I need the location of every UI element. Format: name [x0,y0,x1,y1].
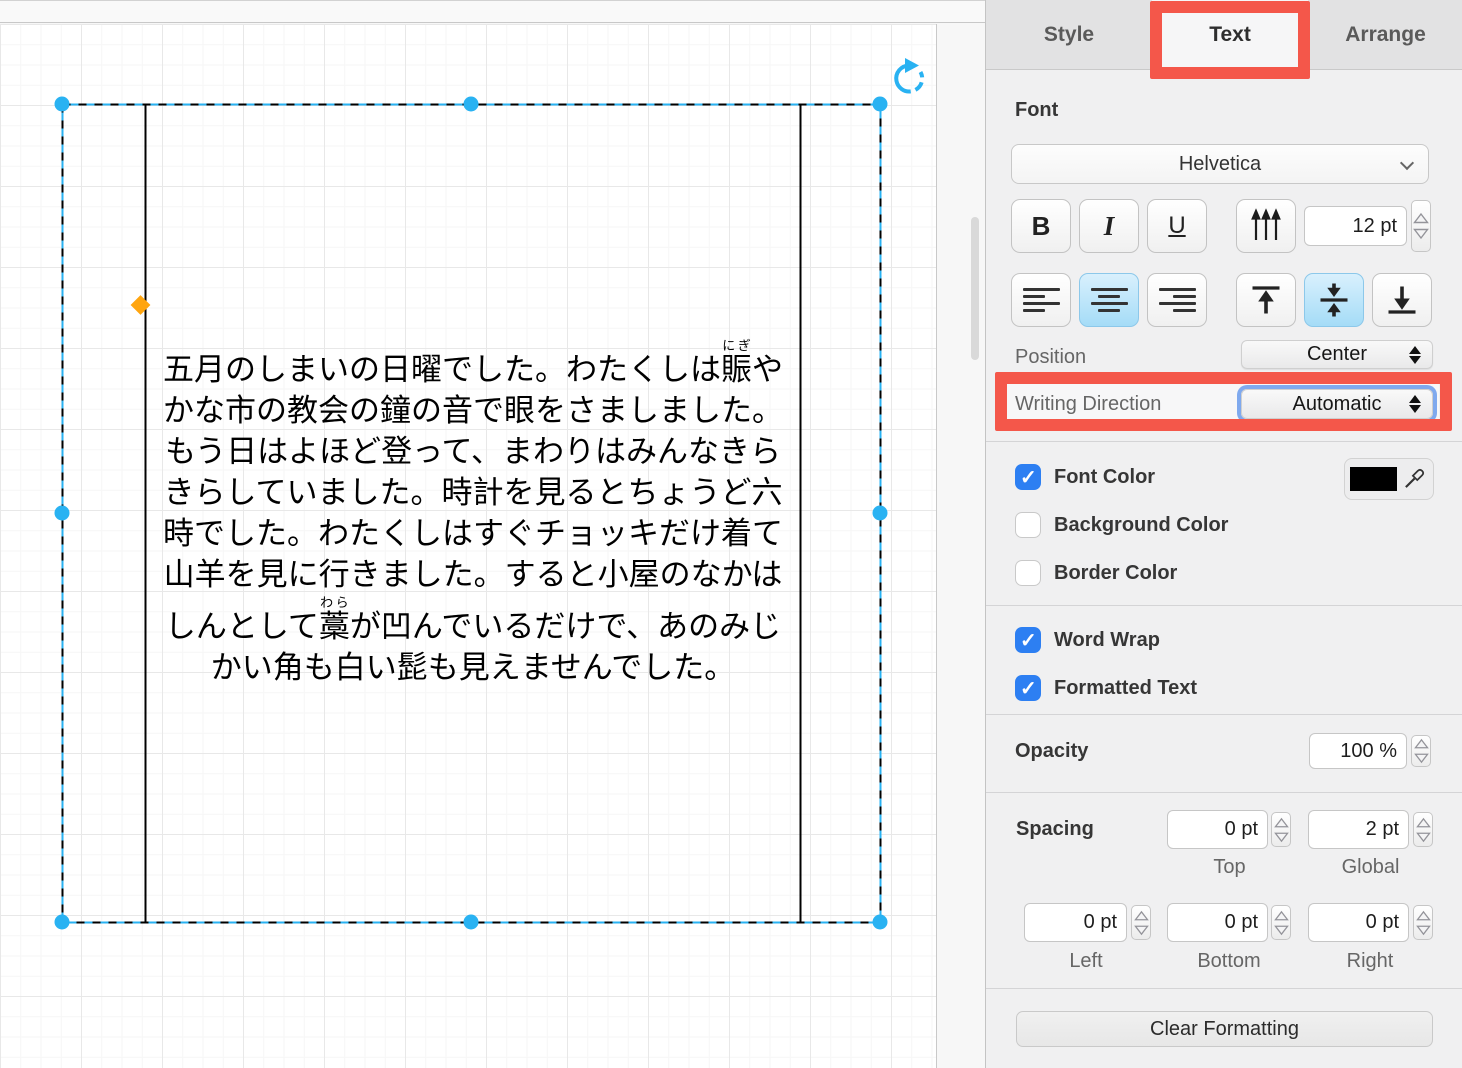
spacing-global-value: 2 pt [1366,818,1399,841]
background-color-checkbox[interactable] [1015,512,1041,538]
tab-style-label: Style [1044,23,1094,47]
spacing-top-label: Top [1192,856,1267,879]
tab-arrange-label: Arrange [1345,23,1426,47]
align-center-button[interactable] [1079,273,1139,327]
font-size-value: 12 pt [1353,215,1397,238]
bold-icon: B [1032,211,1051,242]
font-family-value: Helvetica [1179,153,1261,176]
align-left-button[interactable] [1011,273,1071,327]
valign-middle-button[interactable] [1304,273,1364,327]
bold-button[interactable]: B [1011,199,1071,253]
selection-rect-black [63,105,881,923]
selection-overlay [0,0,985,1068]
border-color-checkbox[interactable] [1015,560,1041,586]
spacing-left-label: Left [1038,950,1134,973]
spacing-global-input[interactable]: 2 pt [1308,810,1409,849]
spacing-bottom-value: 0 pt [1225,911,1258,934]
tab-text-label: Text [1209,23,1251,47]
underline-button[interactable]: U [1147,199,1207,253]
spacing-right-stepper[interactable] [1413,905,1433,940]
underline-icon: U [1168,212,1185,240]
section-divider [986,605,1462,606]
position-label: Position [1015,346,1086,369]
drawing-canvas[interactable]: 五月のしまいの日曜でした。わたくしは賑にぎやかな市の教会の鐘の音で眼をさましまし… [0,0,985,1068]
eyedropper-icon [1401,466,1427,492]
select-arrows-icon [1409,346,1421,364]
section-divider [986,441,1462,442]
writing-direction-select[interactable]: Automatic [1241,389,1433,419]
formatted-text-label: Formatted Text [1054,677,1197,700]
word-wrap-label: Word Wrap [1054,629,1160,652]
selection-handles[interactable] [55,97,888,930]
rotate-handle-icon[interactable] [896,58,922,91]
valign-top-icon [1248,282,1284,318]
background-color-label: Background Color [1054,514,1228,537]
font-color-swatch-button[interactable] [1344,458,1434,500]
tab-arrange[interactable]: Arrange [1308,0,1462,69]
valign-bottom-button[interactable] [1372,273,1432,327]
formatted-text-checkbox[interactable] [1015,675,1041,701]
vertical-text-icon [1247,208,1285,244]
tab-text[interactable]: Text [1152,0,1308,69]
section-divider [986,714,1462,715]
spacing-top-stepper[interactable] [1271,812,1291,847]
vertical-text-button[interactable] [1236,199,1296,253]
position-value: Center [1307,343,1367,366]
font-size-input[interactable]: 12 pt [1304,206,1407,246]
section-divider [986,988,1462,989]
chevron-down-icon [1400,156,1414,170]
font-color-checkbox[interactable] [1015,464,1041,490]
spacing-top-input[interactable]: 0 pt [1167,810,1268,849]
spacing-global-label: Global [1333,856,1408,879]
align-center-icon [1091,288,1128,312]
clear-formatting-button[interactable]: Clear Formatting [1016,1011,1433,1047]
font-family-select[interactable]: Helvetica [1011,144,1429,184]
opacity-input[interactable]: 100 % [1309,733,1407,769]
italic-icon: I [1104,211,1115,242]
spacing-left-input[interactable]: 0 pt [1024,903,1127,942]
panel-tabs: Style Text Arrange [986,0,1462,70]
spacing-right-label: Right [1322,950,1418,973]
tab-style[interactable]: Style [986,0,1152,69]
clear-formatting-label: Clear Formatting [1150,1018,1299,1041]
font-color-label: Font Color [1054,466,1155,489]
opacity-value: 100 % [1340,740,1397,763]
spacing-top-value: 0 pt [1225,818,1258,841]
font-size-stepper[interactable] [1411,200,1431,252]
spacing-bottom-label: Bottom [1181,950,1277,973]
align-right-icon [1159,288,1196,312]
position-select[interactable]: Center [1241,340,1433,369]
word-wrap-checkbox[interactable] [1015,627,1041,653]
italic-button[interactable]: I [1079,199,1139,253]
canvas-vertical-scrollbar[interactable] [971,217,979,360]
section-divider [986,792,1462,793]
spacing-bottom-stepper[interactable] [1271,905,1291,940]
selection-rect-blue [63,105,881,923]
spacing-right-value: 0 pt [1366,911,1399,934]
font-color-swatch [1350,467,1397,491]
label-move-handle[interactable] [131,295,151,315]
border-color-label: Border Color [1054,562,1177,585]
stepper-arrows-icon [1414,738,1429,764]
opacity-label: Opacity [1015,740,1088,763]
spacing-right-input[interactable]: 0 pt [1308,903,1409,942]
spacing-bottom-input[interactable]: 0 pt [1167,903,1268,942]
writing-direction-value: Automatic [1293,393,1382,416]
spacing-left-stepper[interactable] [1131,905,1151,940]
opacity-stepper[interactable] [1411,735,1431,767]
format-panel: Style Text Arrange Font Helvetica B I U … [985,0,1462,1068]
font-section-label: Font [1015,99,1058,122]
valign-top-button[interactable] [1236,273,1296,327]
spacing-left-value: 0 pt [1084,911,1117,934]
valign-bottom-icon [1384,282,1420,318]
valign-middle-icon [1316,282,1352,318]
stepper-arrows-icon [1413,212,1429,240]
spacing-global-stepper[interactable] [1413,812,1433,847]
align-left-icon [1023,288,1060,312]
writing-direction-label: Writing Direction [1015,393,1161,416]
spacing-label: Spacing [1016,818,1094,841]
align-right-button[interactable] [1147,273,1207,327]
select-arrows-icon [1409,395,1421,413]
